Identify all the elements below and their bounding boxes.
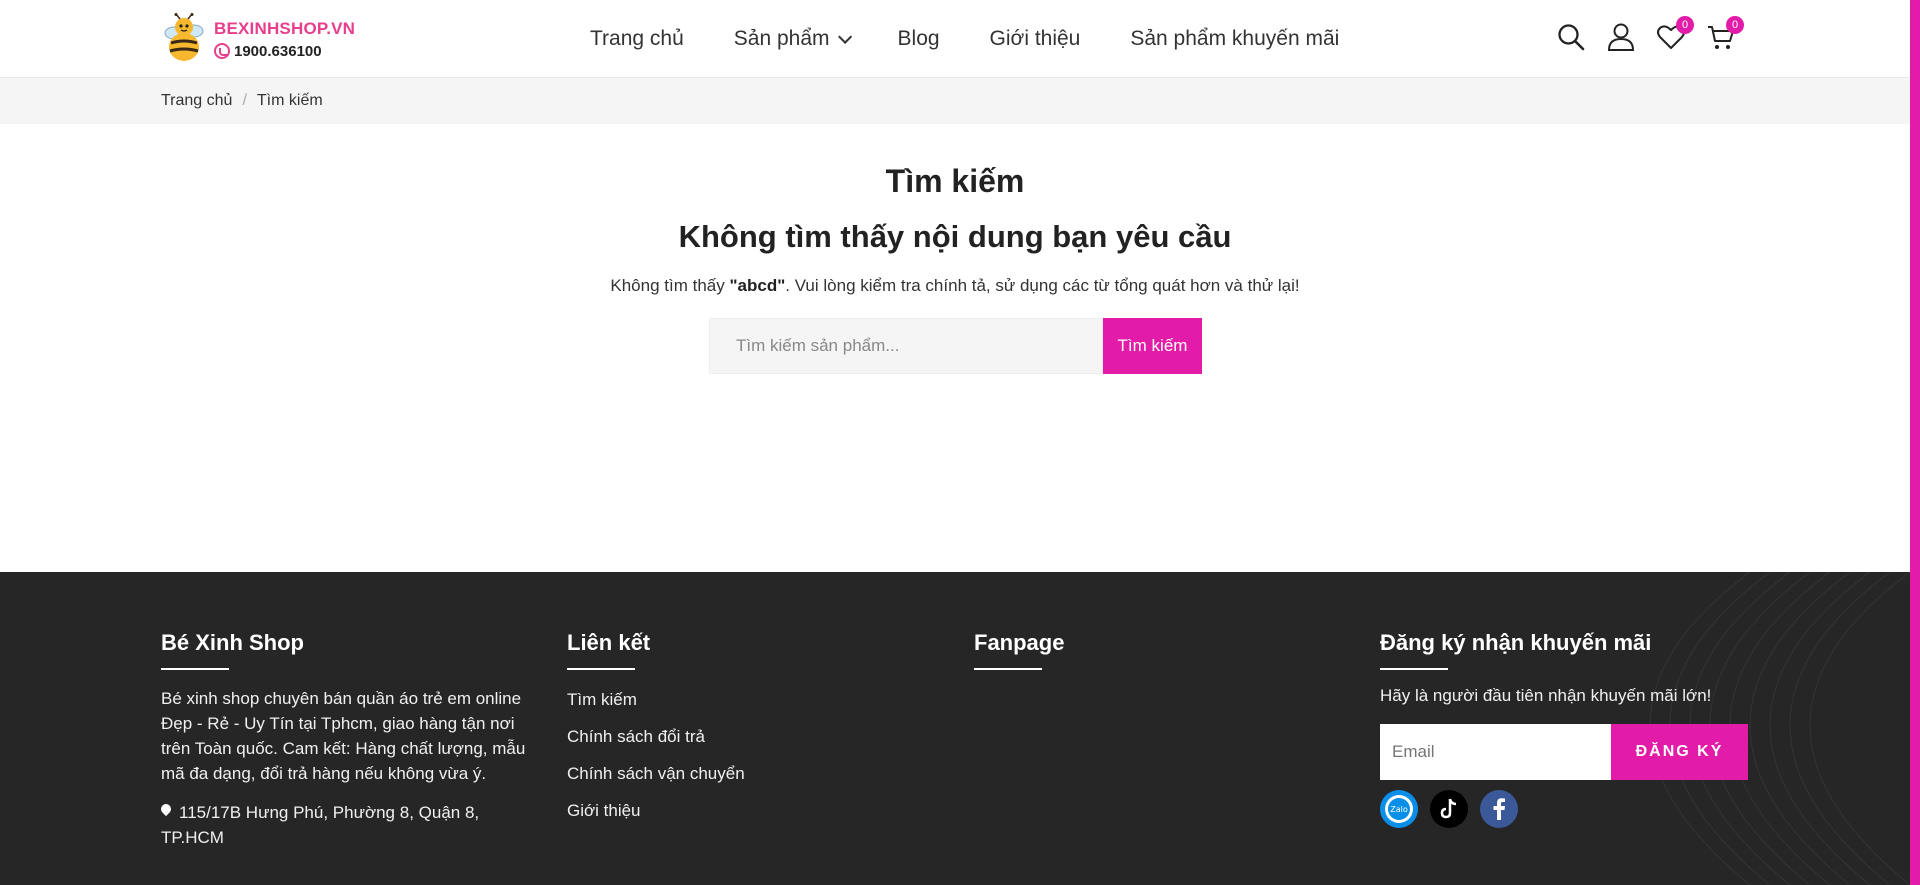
wishlist-count-badge: 0 [1676,16,1694,34]
footer-link-search[interactable]: Tìm kiếm [567,690,745,710]
breadcrumb: Trang chủ / Tìm kiếm [161,92,323,110]
search-input[interactable] [709,318,1103,374]
footer-about: Bé Xinh Shop Bé xinh shop chuyên bán quầ… [161,630,536,850]
zalo-label: Zalo [1390,805,1408,814]
footer-links-title: Liên kết [567,630,745,670]
scrollbar-thumb[interactable] [1911,0,1919,630]
cart-icon[interactable]: 0 [1706,16,1744,52]
logo-brand-text: BEXINHSHOP.VN [214,18,356,38]
email-field[interactable] [1380,724,1611,780]
footer-fanpage: Fanpage [974,630,1064,670]
breadcrumb-bar: Trang chủ / Tìm kiếm [0,79,1910,124]
search-query: "abcd" [729,276,786,295]
page-title: Tìm kiếm [885,163,1025,199]
footer-newsletter: Đăng ký nhận khuyến mãi Hãy là người đầu… [1380,630,1748,828]
bee-logo-icon [160,13,208,65]
site-footer: Bé Xinh Shop Bé xinh shop chuyên bán quầ… [0,572,1910,885]
newsletter-form: ĐĂNG KÝ [1380,724,1748,780]
breadcrumb-home[interactable]: Trang chủ [161,92,232,110]
map-pin-icon [161,804,171,818]
no-results-message: Không tìm thấy "abcd". Vui lòng kiểm tra… [0,276,1910,296]
subscribe-button[interactable]: ĐĂNG KÝ [1611,724,1748,780]
hotline-number: 1900.636100 [234,42,322,60]
site-header: BEXINHSHOP.VN 1900.636100 Trang chủ Sản … [0,0,1910,78]
message-prefix: Không tìm thấy [610,276,730,295]
main-nav: Trang chủ Sản phẩm Blog Giới thiệu Sản p… [590,0,1389,78]
breadcrumb-separator: / [242,92,247,109]
nav-label: Blog [897,27,940,50]
phone-icon [214,43,230,59]
search-button[interactable]: Tìm kiếm [1103,318,1202,374]
newsletter-text: Hãy là người đầu tiên nhận khuyến mãi lớ… [1380,686,1712,705]
footer-fanpage-title: Fanpage [974,630,1064,670]
address-text: 115/17B Hưng Phú, Phường 8, Quận 8, TP.H… [161,803,480,847]
nav-item-products[interactable]: Sản phẩm [733,27,852,51]
message-suffix: . Vui lòng kiểm tra chính tả, sử dụng cá… [785,276,1300,295]
heart-icon[interactable]: 0 [1656,16,1694,52]
facebook-icon[interactable] [1480,790,1518,828]
nav-label: Giới thiệu [989,27,1081,50]
footer-link-return-policy[interactable]: Chính sách đổi trả [567,727,745,747]
site-logo[interactable]: BEXINHSHOP.VN 1900.636100 [160,12,360,66]
footer-about-text: Bé xinh shop chuyên bán quần áo trẻ em o… [161,689,526,783]
nav-label: Sản phẩm [733,27,830,50]
footer-newsletter-title: Đăng ký nhận khuyến mãi [1380,630,1748,670]
footer-about-title: Bé Xinh Shop [161,630,536,670]
tiktok-icon[interactable] [1430,790,1468,828]
breadcrumb-current: Tìm kiếm [256,92,323,109]
page-scrollbar[interactable] [1910,0,1920,885]
nav-item-blog[interactable]: Blog [898,27,940,51]
footer-address: 115/17B Hưng Phú, Phường 8, Quận 8, TP.H… [161,800,531,850]
footer-link-about[interactable]: Giới thiệu [567,801,745,821]
search-form: Tìm kiếm [709,318,1202,374]
nav-item-about[interactable]: Giới thiệu [990,27,1081,51]
search-icon[interactable] [1556,22,1586,52]
no-results-heading: Không tìm thấy nội dung bạn yêu cầu [678,219,1232,254]
footer-link-shipping-policy[interactable]: Chính sách vận chuyển [567,764,745,784]
nav-label: Sản phẩm khuyến mãi [1130,27,1340,50]
zalo-icon[interactable]: Zalo [1380,790,1418,828]
chevron-down-icon [837,29,852,44]
header-actions: 0 0 [1556,16,1756,52]
footer-link-list: Tìm kiếm Chính sách đổi trả Chính sách v… [567,690,745,821]
nav-label: Trang chủ [590,27,684,50]
cart-count-badge: 0 [1726,16,1744,34]
social-links: Zalo [1380,790,1748,828]
nav-item-home[interactable]: Trang chủ [590,27,684,51]
nav-item-promotions[interactable]: Sản phẩm khuyến mãi [1130,27,1339,51]
footer-links: Liên kết Tìm kiếm Chính sách đổi trả Chí… [567,630,745,838]
user-icon[interactable] [1606,22,1636,52]
hotline: 1900.636100 [214,43,355,60]
